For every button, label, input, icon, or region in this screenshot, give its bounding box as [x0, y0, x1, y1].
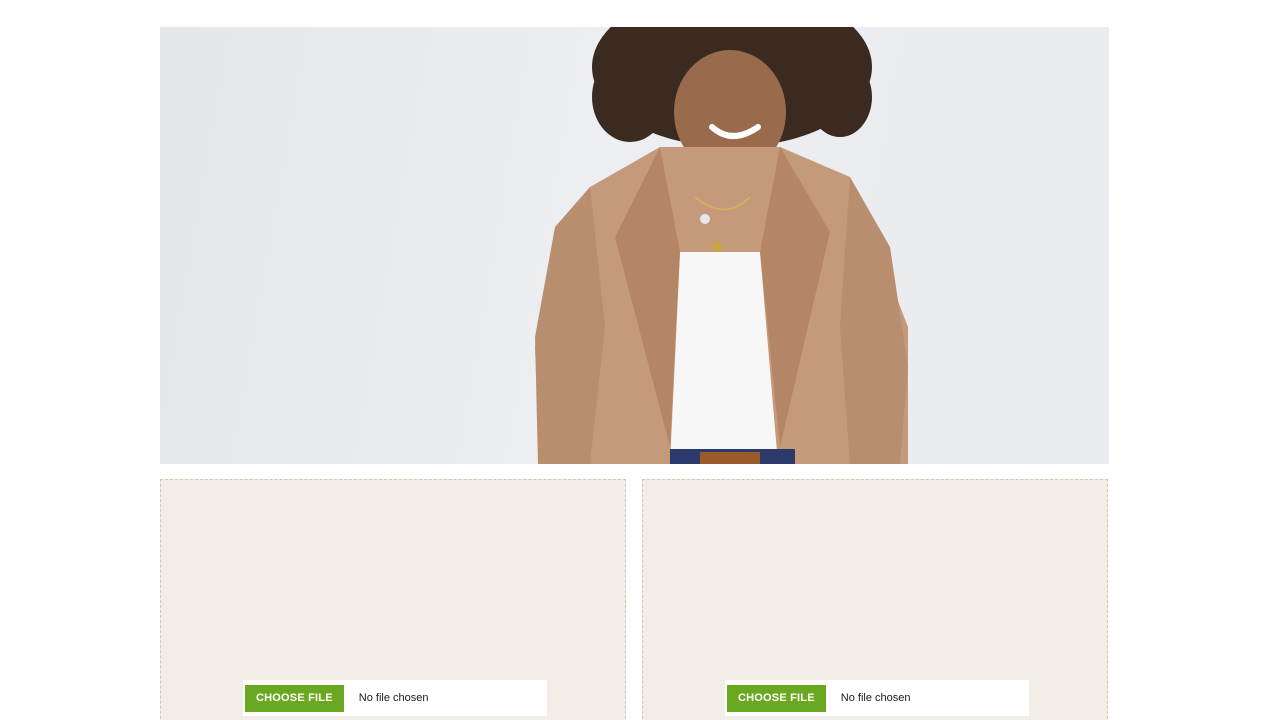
upload-panel-left: CHOOSE FILE No file chosen — [160, 479, 626, 720]
file-input-right[interactable]: CHOOSE FILE No file chosen — [725, 680, 1029, 716]
upload-panel-right: CHOOSE FILE No file chosen — [642, 479, 1108, 720]
hero-image — [160, 27, 1109, 464]
model-photo-illustration — [535, 27, 908, 464]
file-input-left[interactable]: CHOOSE FILE No file chosen — [243, 680, 547, 716]
choose-file-button[interactable]: CHOOSE FILE — [727, 684, 826, 712]
file-status-text: No file chosen — [358, 692, 429, 704]
file-status-text: No file chosen — [840, 692, 911, 704]
page: CHOOSE FILE No file chosen CHOOSE FILE N… — [0, 0, 1280, 720]
choose-file-button[interactable]: CHOOSE FILE — [245, 684, 344, 712]
